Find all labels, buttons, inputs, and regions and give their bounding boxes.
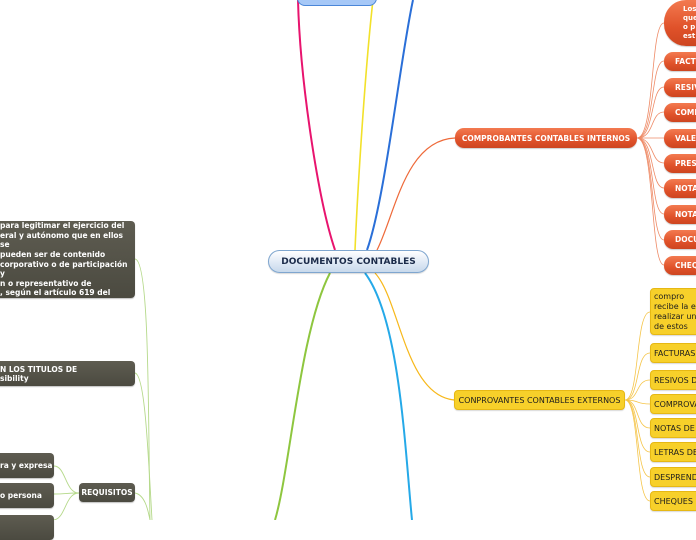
connector-green	[275, 273, 330, 520]
external-item-label: LETRAS DE	[654, 448, 696, 457]
requisito-item[interactable]: o persona	[0, 483, 54, 508]
external-item-label: CHEQUES	[654, 497, 693, 506]
external-item-label: DESPRENDI	[654, 473, 696, 482]
requisitos-label: REQUISITOS	[81, 488, 132, 497]
internal-item-label: PRES	[675, 159, 696, 168]
requisito-item[interactable]: ra y expresa	[0, 453, 54, 478]
text-line: o p	[683, 23, 696, 32]
internal-leaf-connectors	[637, 23, 664, 265]
text-line: recibe la e	[654, 302, 696, 312]
text-line: eral y autónomo que en ellos se	[0, 231, 131, 250]
internal-definition-text: Los que o p est	[683, 5, 696, 41]
external-item[interactable]: DESPRENDI	[650, 467, 696, 487]
left-leaf-connectors	[54, 259, 152, 520]
external-vouchers-label: CONPROVANTES CONTABLES EXTERNOS	[459, 396, 621, 405]
connector-blue	[367, 0, 413, 250]
requisito-item-label: ra y expresa	[0, 461, 52, 470]
external-item[interactable]: LETRAS DE	[650, 442, 696, 462]
internal-item[interactable]: VALE	[664, 129, 696, 148]
connector-amber	[375, 273, 454, 400]
text-line: Los compro	[654, 288, 696, 302]
external-leaf-connectors	[625, 312, 650, 501]
titles-heading-text: N LOS TITULOS DE sibility	[0, 365, 77, 383]
text-line: corporativo o de participación y	[0, 260, 131, 279]
connector-pink	[298, 0, 335, 250]
text-line: est	[683, 32, 696, 41]
requisito-item[interactable]	[0, 515, 54, 540]
external-vouchers-node[interactable]: CONPROVANTES CONTABLES EXTERNOS	[454, 390, 625, 410]
internal-item-label: CHEQ	[675, 261, 696, 270]
external-item[interactable]: CHEQUES	[650, 491, 696, 511]
external-definition-node[interactable]: Los compro recibe la e realizar un de es…	[650, 288, 696, 335]
external-definition-text: Los compro recibe la e realizar un de es…	[654, 288, 696, 335]
internal-vouchers-node[interactable]: COMPROBANTES CONTABLES INTERNOS	[455, 128, 637, 148]
connector-yellow	[355, 0, 373, 250]
internal-item[interactable]: COMP	[664, 103, 696, 122]
external-item-label: RESIVOS D	[654, 376, 696, 385]
external-item-label: NOTAS DE	[654, 424, 695, 433]
text-line: sibility	[0, 374, 77, 383]
internal-item-label: NOTA	[675, 210, 696, 219]
titles-definition-node[interactable]: valores son documentos para legitimar el…	[0, 221, 135, 298]
internal-item-label: FACT	[675, 57, 696, 66]
internal-item[interactable]: RESIV	[664, 78, 696, 97]
text-line: , según el artículo 619 del	[0, 288, 131, 298]
text-line: para legitimar el ejercicio del	[0, 221, 131, 231]
central-topic[interactable]: DOCUMENTOS CONTABLES	[268, 250, 429, 273]
text-line: que	[683, 14, 696, 23]
internal-item[interactable]: CHEQ	[664, 256, 696, 275]
internal-item[interactable]: PRES	[664, 154, 696, 173]
text-line: n o representativo de	[0, 279, 131, 289]
internal-item-label: RESIV	[675, 83, 696, 92]
connector-cyan	[365, 273, 412, 520]
central-topic-label: DOCUMENTOS CONTABLES	[281, 257, 416, 267]
internal-item[interactable]: DOCU	[664, 230, 696, 249]
internal-item-label: COMP	[675, 108, 696, 117]
internal-item[interactable]: NOTA	[664, 179, 696, 198]
internal-vouchers-label: COMPROBANTES CONTABLES INTERNOS	[462, 134, 630, 143]
titles-definition-text: valores son documentos para legitimar el…	[0, 221, 131, 298]
requisitos-node[interactable]: REQUISITOS	[79, 483, 135, 502]
text-line: de estos se	[654, 322, 696, 336]
titles-heading-node[interactable]: N LOS TITULOS DE sibility	[0, 361, 135, 386]
text-line: N LOS TITULOS DE	[0, 365, 77, 374]
internal-item-label: DOCU	[675, 235, 696, 244]
internal-item-label: NOTA	[675, 184, 696, 193]
internal-item[interactable]: NOTA	[664, 205, 696, 224]
text-line: pueden ser de contenido	[0, 250, 131, 260]
internal-item[interactable]: FACT	[664, 52, 696, 71]
external-item[interactable]: NOTAS DE	[650, 418, 696, 438]
top-branch-node[interactable]	[297, 0, 377, 6]
text-line: Los	[683, 5, 696, 14]
internal-item-label: VALE	[675, 134, 696, 143]
external-item[interactable]: RESIVOS D	[650, 370, 696, 390]
connector-orange	[377, 138, 455, 250]
external-item-label: COMPROVA	[654, 400, 696, 409]
external-item[interactable]: COMPROVA	[650, 394, 696, 414]
external-item[interactable]: FACTURAS	[650, 343, 696, 363]
requisito-item-label: o persona	[0, 491, 42, 500]
external-item-label: FACTURAS	[654, 349, 695, 358]
text-line: realizar un	[654, 312, 696, 322]
